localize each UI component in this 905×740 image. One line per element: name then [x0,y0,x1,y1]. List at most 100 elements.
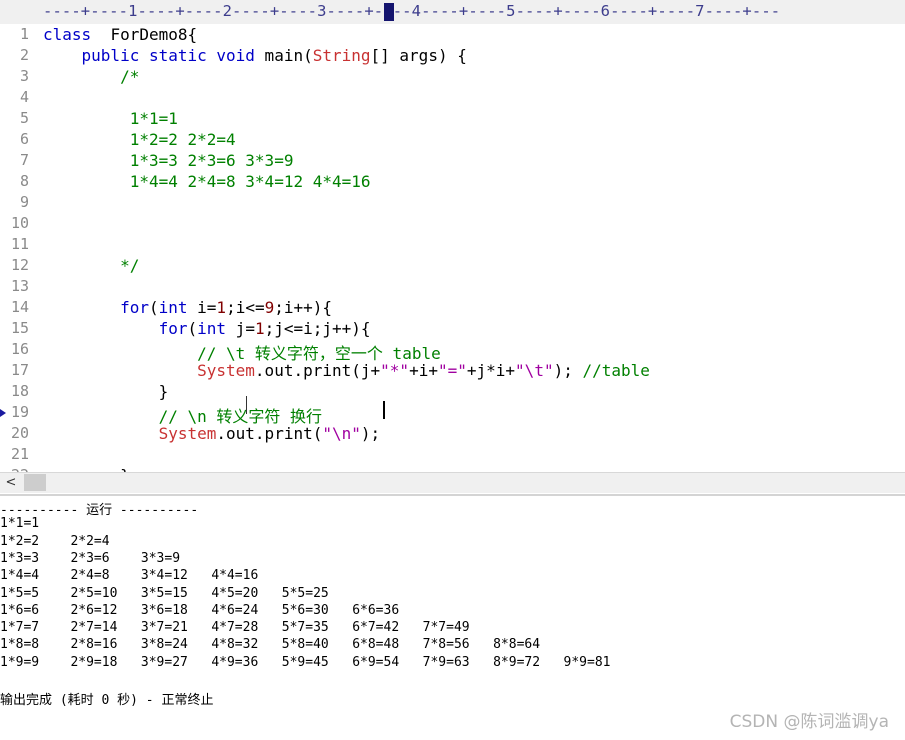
code-token: } [43,382,169,401]
code-line[interactable]: /* [43,67,139,86]
code-token: 1*1=1 [43,109,178,128]
watermark: CSDN @陈词滥调ya [729,712,889,732]
code-token: /* [43,67,140,86]
code-token: .out.print( [216,424,323,443]
code-token: ); [553,361,583,380]
code-token: main( [254,46,313,65]
output-header: ---------- 运行 ---------- [0,503,199,518]
line-number: 16 [10,340,29,358]
code-token: 1*2=2 2*2=4 [43,130,236,149]
code-token: 1 [216,298,227,317]
code-token: ;j<=i;j++){ [264,319,371,338]
code-editor[interactable]: 12345678910111213141516171819202122 clas… [0,24,905,472]
line-number: 3 [19,67,29,85]
code-token: ( [148,298,159,317]
code-token: ForDemo8{ [91,25,198,44]
code-token: ( [187,319,198,338]
code-token: ;i<= [226,298,265,317]
output-line: 1*9=9 2*9=18 3*9=27 4*9=36 5*9=45 6*9=54… [0,654,634,670]
code-line[interactable]: System.out.print("\n"); [43,424,381,443]
code-token: */ [43,256,140,275]
code-token: 9 [264,298,275,317]
code-token: "=" [437,361,467,380]
line-number: 12 [10,256,29,274]
line-number: 18 [10,382,29,400]
code-token: +i+ [409,361,438,380]
code-token: ); [360,424,381,443]
code-token: System [197,361,255,380]
output-line: 1*2=2 2*2=4 [0,533,141,549]
code-token: "*" [380,361,410,380]
output-line: 1*5=5 2*5=10 3*5=15 4*5=20 5*5=25 [0,585,353,601]
code-line[interactable]: 1*3=3 2*3=6 3*3=9 [43,151,294,170]
code-token: //table [582,361,650,380]
code-line[interactable]: for(int j=1;j<=i;j++){ [43,319,371,338]
code-token: .out.print(j+ [254,361,381,380]
code-line[interactable]: for(int i=1;i<=9;i++){ [43,298,332,317]
code-line[interactable]: 1*2=2 2*2=4 [43,130,236,149]
line-number: 1 [19,25,29,43]
code-token: 1*4=4 2*4=8 3*4=12 4*4=16 [43,172,371,191]
code-token: ;i++){ [274,298,333,317]
code-token: 1*3=3 2*3=6 3*3=9 [43,151,294,170]
output-line: 1*3=3 2*3=6 3*3=9 [0,550,212,566]
line-number: 17 [10,361,29,379]
code-line[interactable]: class ForDemo8{ [43,25,197,44]
line-number: 15 [10,319,29,337]
line-number: 4 [19,88,29,106]
code-line[interactable]: public static void main(String[] args) { [43,46,467,65]
line-number: 13 [10,277,29,295]
line-number-gutter: 12345678910111213141516171819202122 [0,24,40,472]
line-number: 6 [19,130,29,148]
code-token: System [158,424,217,443]
code-token: public static void [81,46,255,65]
text-caret [383,401,385,419]
bookmark-marker-icon [0,409,6,417]
output-line: 1*7=7 2*7=14 3*7=21 4*7=28 5*7=35 6*7=42… [0,620,494,636]
line-number: 7 [19,151,29,169]
code-token: for [158,319,188,338]
code-token: j= [226,319,255,338]
code-token: String [312,46,371,65]
line-number: 21 [10,445,29,463]
line-number: 11 [10,235,29,253]
output-panel: ---------- 运行 ---------- 1*1=1 1*2=2 2*2=… [0,496,905,740]
code-token: "\n" [322,424,361,443]
output-status: 输出完成 (耗时 0 秒) - 正常终止 [0,693,214,709]
line-number: 2 [19,46,29,64]
line-number: 10 [10,214,29,232]
code-token: for [120,298,149,317]
ruler-caret-marker [384,3,394,21]
scrollbar-thumb[interactable] [24,474,46,491]
code-token: class [43,25,92,44]
code-line[interactable]: } [43,382,169,401]
ruler-scale: ----+----1----+----2----+----3----+----4… [43,2,781,20]
code-token: int [158,298,188,317]
code-token: 1 [254,319,265,338]
output-line: 1*4=4 2*4=8 3*4=12 4*4=16 [0,568,282,584]
output-line: 1*8=8 2*8=16 3*8=24 4*8=32 5*8=40 6*8=48… [0,637,564,653]
code-line[interactable]: System.out.print(j+"*"+i+"="+j*i+"\t"); … [43,361,650,380]
code-token: "\t" [515,361,554,380]
line-number: 20 [10,424,29,442]
line-number: 9 [19,193,29,211]
line-number: 8 [19,172,29,190]
mouse-ibeam-cursor [246,396,247,414]
code-token: i= [187,298,217,317]
output-line: 1*1=1 [0,516,71,532]
line-number: 14 [10,298,29,316]
code-line[interactable]: 1*1=1 [43,109,178,128]
line-number: 5 [19,109,29,127]
column-ruler: ----+----1----+----2----+----3----+----4… [0,0,905,25]
code-line[interactable]: */ [43,256,139,275]
code-line[interactable]: 1*4=4 2*4=8 3*4=12 4*4=16 [43,172,371,191]
output-line: 1*6=6 2*6=12 3*6=18 4*6=24 5*6=30 6*6=36 [0,602,423,618]
scroll-left-icon[interactable]: < [2,474,20,492]
horizontal-scrollbar[interactable]: < [0,472,905,493]
code-token: +j*i+ [466,361,516,380]
